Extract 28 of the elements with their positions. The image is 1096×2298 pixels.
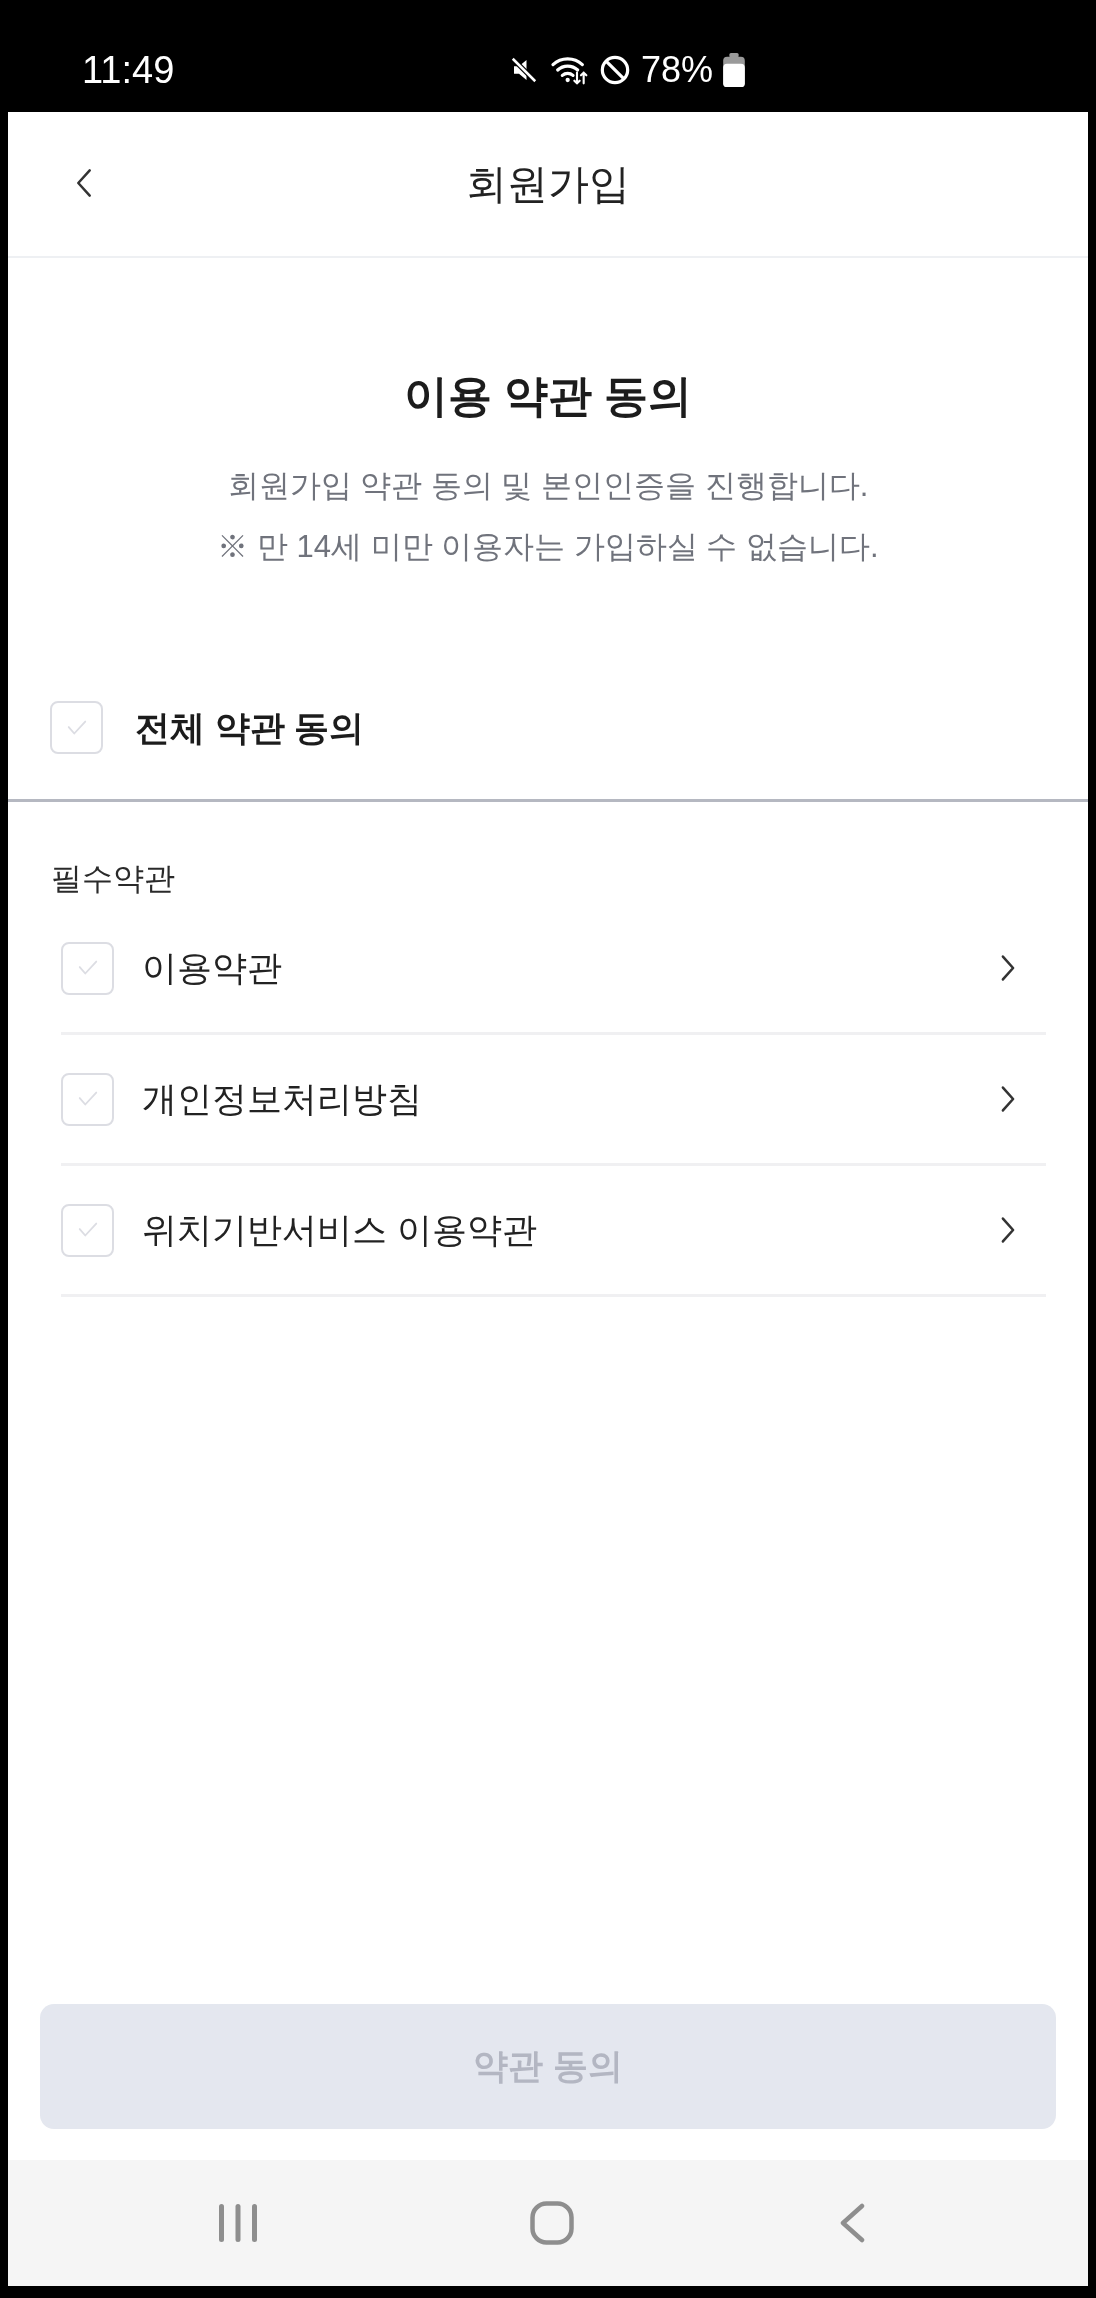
back-icon[interactable] (839, 2203, 865, 2243)
checkbox[interactable] (61, 941, 114, 995)
home-icon[interactable] (530, 2201, 574, 2245)
terms-label: 이용약관 (142, 947, 283, 989)
section-heading: 필수약관 (51, 860, 175, 898)
intro-text: 회원가입 약관 동의 및 본인인증을 진행합니다. (227, 467, 869, 505)
checkbox[interactable] (50, 701, 103, 754)
battery-icon (723, 53, 745, 87)
checkbox[interactable] (61, 1072, 114, 1126)
checkbox[interactable] (61, 1203, 114, 1257)
chevron-right-icon (1000, 1085, 1016, 1113)
status-time: 11:49 (82, 48, 175, 92)
intro-text: ※ 만 14세 미만 이용자는 가입하실 수 없습니다. (217, 528, 879, 566)
terms-row[interactable]: 위치기반서비스 이용약관 (61, 1166, 1046, 1297)
chevron-left-icon (76, 168, 92, 198)
agree-all-label[interactable]: 전체 약관 동의 (135, 705, 365, 750)
do-not-disturb-icon (598, 54, 631, 86)
terms-label: 위치기반서비스 이용약관 (142, 1209, 538, 1251)
chevron-right-icon (1000, 954, 1016, 982)
header-title: 회원가입 (466, 160, 630, 209)
page-heading: 이용 약관 동의 (403, 370, 693, 422)
terms-label: 개인정보처리방침 (142, 1078, 423, 1120)
chevron-right-icon (1000, 1216, 1016, 1244)
wifi-icon (548, 54, 589, 86)
terms-row[interactable]: 이용약관 (61, 904, 1046, 1035)
battery-percent: 78% (640, 48, 713, 92)
recents-icon[interactable] (219, 2204, 257, 2242)
terms-row[interactable]: 개인정보처리방침 (61, 1035, 1046, 1166)
